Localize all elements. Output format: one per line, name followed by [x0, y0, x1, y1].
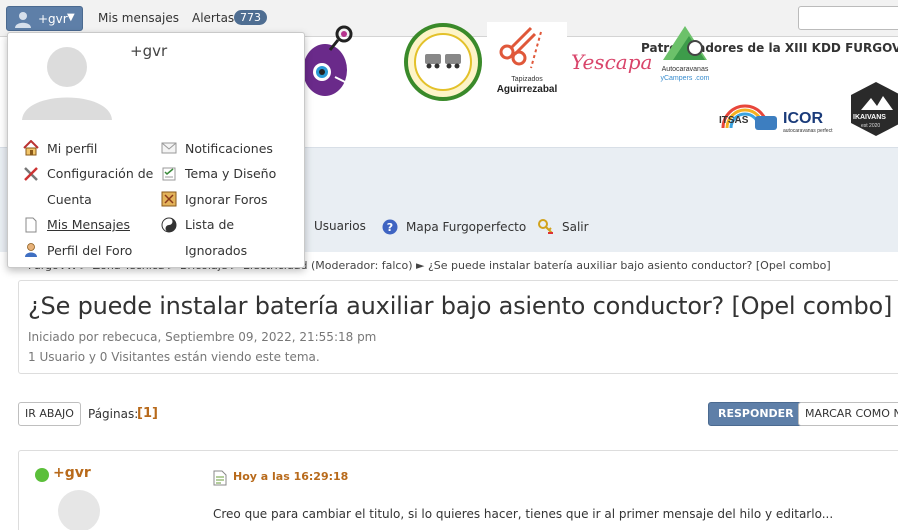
ikaivans-badge-icon — [851, 82, 898, 136]
user-menu-label: +gvr — [38, 12, 68, 26]
menu-item-ignorar-foros[interactable]: Ignorar Foros — [185, 192, 268, 207]
yin-yang-icon — [161, 217, 177, 233]
sponsor-aguirrezabal-line1: Tapizados — [511, 76, 543, 83]
key-icon — [538, 219, 553, 234]
nav-salir[interactable]: Salir — [538, 219, 589, 235]
post-date[interactable]: Hoy a las 16:29:18 — [233, 470, 348, 483]
nav-mapa-label: Mapa Furgoperfecto — [406, 220, 527, 234]
reply-button[interactable]: RESPONDER — [708, 402, 804, 426]
avatar[interactable] — [58, 490, 100, 530]
nav-usuarios-label: Usuarios — [314, 219, 366, 233]
online-status-icon — [35, 468, 49, 482]
avatar[interactable] — [22, 42, 112, 120]
menu-item-lista-ignorados-line2[interactable]: Ignorados — [185, 243, 247, 258]
sponsor-icor-logo[interactable]: ICOR autocaravanas perfect — [783, 110, 845, 140]
alerts-link[interactable]: Alertas — [192, 11, 234, 25]
house-icon — [23, 140, 39, 156]
nav-usuarios[interactable]: Usuarios — [314, 219, 366, 233]
my-messages-link[interactable]: Mis mensajes — [98, 11, 179, 25]
sponsor-autocaravanas-line2: yCampers .com — [660, 75, 710, 82]
sponsor-lukurbaba-logo[interactable] — [403, 22, 483, 102]
sponsor-itsas-text: ITSAS — [719, 115, 749, 126]
search-input[interactable] — [798, 6, 898, 30]
sponsor-icor-text: ICOR — [783, 110, 823, 127]
menu-item-mi-perfil[interactable]: Mi perfil — [47, 141, 97, 156]
dropdown-user-name: +gvr — [130, 42, 168, 60]
mountain-icon — [663, 26, 707, 60]
lukurbaba-badge-icon — [404, 23, 482, 101]
user-icon — [25, 243, 37, 257]
sponsor-aguirrezabal-line2: Aguirrezabal — [496, 84, 558, 95]
sponsor-autocaravanas-logo[interactable]: Autocaravanas yCampers .com — [655, 22, 715, 102]
menu-item-configuracion-line2[interactable]: Cuenta — [47, 192, 92, 207]
alerts-count-badge[interactable]: 773 — [234, 10, 267, 25]
sponsor-ikaivans-logo[interactable]: IKAIVANS est 2020 — [847, 80, 898, 138]
menu-item-tema[interactable]: Tema y Diseño — [185, 166, 276, 181]
sponsor-ikaivans-sub: est 2020 — [861, 123, 881, 129]
nav-salir-label: Salir — [562, 220, 589, 234]
user-icon — [15, 12, 31, 28]
menu-item-notificaciones[interactable]: Notificaciones — [185, 141, 273, 156]
sponsor-itsas-logo[interactable]: ITSAS — [719, 98, 779, 138]
sponsor-ikaivans-text: IKAIVANS — [853, 114, 886, 121]
menu-item-perfil-foro[interactable]: Perfil del Foro — [47, 243, 132, 258]
page-title: ¿Se puede instalar batería auxiliar bajo… — [28, 292, 893, 320]
document-icon — [25, 217, 37, 233]
sponsor-aguirrezabal-logo[interactable]: Tapizados Aguirrezabal — [487, 22, 567, 102]
mark-button[interactable]: MARCAR COMO N — [798, 402, 898, 426]
menu-item-mis-mensajes[interactable]: Mis Mensajes — [47, 217, 130, 232]
user-menu-button[interactable]: +gvr ▼ — [6, 6, 83, 31]
tools-icon — [24, 167, 38, 181]
envelope-icon — [161, 142, 177, 154]
sponsor-yescapa-text: Yescapa — [571, 50, 651, 74]
scissors-icon — [499, 26, 542, 69]
sponsor-yescapa-logo[interactable]: Yescapa — [571, 50, 651, 90]
nav-mapa[interactable]: ? Mapa Furgoperfecto — [382, 219, 526, 235]
help-icon: ? — [382, 219, 398, 235]
go-down-button[interactable]: IR ABAJO — [18, 402, 81, 426]
menu-item-lista-ignorados[interactable]: Lista de — [185, 217, 234, 232]
topic-started-by: Iniciado por rebecuca, Septiembre 09, 20… — [28, 330, 377, 344]
menu-item-configuracion[interactable]: Configuración de — [47, 166, 153, 181]
svg-text:?: ? — [387, 221, 393, 234]
chevron-down-icon: ▼ — [67, 12, 75, 23]
sponsor-autocaravanas-line1: Autocaravanas — [661, 66, 709, 73]
sponsor-icor-sub: autocaravanas perfect — [783, 128, 833, 134]
current-page[interactable]: [1] — [137, 406, 158, 421]
post-document-icon — [213, 470, 227, 486]
ignore-boards-icon — [161, 191, 177, 207]
topic-viewers: 1 Usuario y 0 Visitantes están viendo es… — [28, 350, 320, 364]
post-body: Creo que para cambiar el titulo, si lo q… — [213, 507, 834, 521]
pages-label: Páginas: — [88, 407, 139, 421]
mascot-logo[interactable] — [300, 22, 355, 102]
theme-icon — [162, 167, 176, 181]
post-author[interactable]: +gvr — [53, 465, 91, 481]
